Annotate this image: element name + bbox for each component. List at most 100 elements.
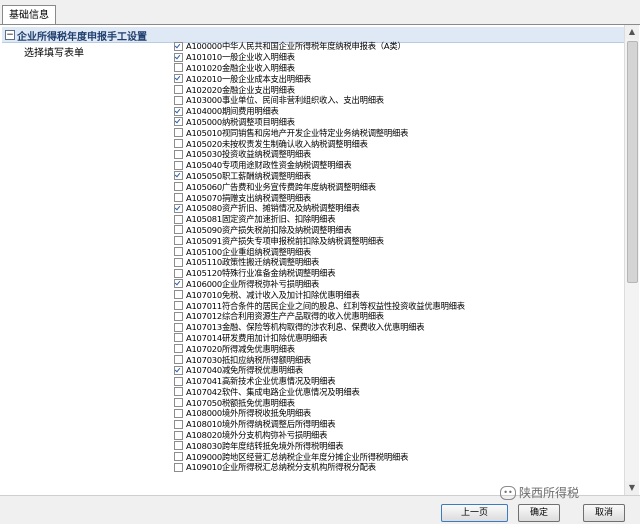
form-code: A109010	[186, 462, 222, 473]
form-checkbox[interactable]	[174, 52, 183, 62]
form-option-a107011[interactable]: A107011 符合条件的居民企业之间的股息、红利等权益性投资收益优惠明细表	[174, 300, 620, 311]
form-checkbox[interactable]	[174, 128, 183, 138]
form-checkbox[interactable]	[174, 193, 183, 203]
form-option-a105100[interactable]: A105100 企业重组纳税调整明细表	[174, 246, 620, 257]
form-checkbox[interactable]	[174, 106, 183, 116]
form-option-a102020[interactable]: A102020 金融企业支出明细表	[174, 84, 620, 95]
form-checkbox[interactable]	[174, 63, 183, 73]
form-checkbox[interactable]	[174, 182, 183, 192]
form-checkbox[interactable]	[174, 408, 183, 418]
form-option-a101010[interactable]: A101010 一般企业收入明细表	[174, 52, 620, 63]
scroll-up-arrow-icon[interactable]: ▲	[625, 25, 639, 39]
form-option-a105080[interactable]: A105080 资产折旧、摊销情况及纳税调整明细表	[174, 203, 620, 214]
tab-basic-info[interactable]: 基础信息	[2, 5, 56, 25]
form-option-a105050[interactable]: A105050 职工薪酬纳税调整明细表	[174, 171, 620, 182]
form-option-a100000[interactable]: A100000 中华人民共和国企业所得税年度纳税申报表（A类）	[174, 41, 620, 52]
form-checkbox[interactable]	[174, 387, 183, 397]
previous-page-button[interactable]: 上一页	[441, 504, 508, 522]
form-option-a107020[interactable]: A107020 所得减免优惠明细表	[174, 343, 620, 354]
form-option-a105060[interactable]: A105060 广告费和业务宣传费跨年度纳税调整明细表	[174, 181, 620, 192]
form-checkbox[interactable]	[174, 441, 183, 451]
form-option-a107050[interactable]: A107050 税额抵免优惠明细表	[174, 397, 620, 408]
form-name: 资产损失专项申报税前扣除及纳税调整明细表	[221, 235, 384, 246]
form-checkbox[interactable]	[174, 247, 183, 257]
form-option-a105040[interactable]: A105040 专项用途财政性资金纳税调整明细表	[174, 160, 620, 171]
form-option-a104000[interactable]: A104000 期间费用明细表	[174, 106, 620, 117]
form-name: 企业所得税汇总纳税分支机构所得税分配表	[221, 462, 376, 473]
form-option-a105020[interactable]: A105020 未按权责发生制确认收入纳税调整明细表	[174, 138, 620, 149]
form-option-a108010[interactable]: A108010 境外所得纳税调整后所得明细表	[174, 419, 620, 430]
form-option-a101020[interactable]: A101020 金融企业收入明细表	[174, 63, 620, 74]
form-option-a108000[interactable]: A108000 境外所得税收抵免明细表	[174, 408, 620, 419]
form-option-a106000[interactable]: A106000 企业所得税弥补亏损明细表	[174, 279, 620, 290]
form-checkbox[interactable]	[174, 322, 183, 332]
confirm-button[interactable]: 确定	[518, 504, 560, 522]
form-option-a107012[interactable]: A107012 综合利用资源生产产品取得的收入优惠明细表	[174, 311, 620, 322]
form-checkbox[interactable]	[174, 85, 183, 95]
form-option-a107013[interactable]: A107013 金融、保险等机构取得的涉农利息、保费收入优惠明细表	[174, 322, 620, 333]
form-checkbox[interactable]	[174, 279, 183, 289]
form-checkbox[interactable]	[174, 333, 183, 343]
form-checkbox[interactable]	[174, 355, 183, 364]
form-checkbox[interactable]	[174, 214, 183, 224]
watermark-text: 陕西所得税	[519, 486, 580, 500]
form-option-a105070[interactable]: A105070 捐赠支出纳税调整明细表	[174, 192, 620, 203]
vertical-scrollbar[interactable]: ▲ ▼	[624, 25, 639, 495]
form-option-a105091[interactable]: A105091 资产损失专项申报税前扣除及纳税调整明细表	[174, 235, 620, 246]
scroll-down-arrow-icon[interactable]: ▼	[625, 481, 639, 495]
form-option-a108020[interactable]: A108020 境外分支机构弥补亏损明细表	[174, 430, 620, 441]
form-option-a107014[interactable]: A107014 研发费用加计扣除优惠明细表	[174, 333, 620, 344]
form-checkbox[interactable]	[174, 74, 183, 84]
form-option-a107040[interactable]: A107040 减免所得税优惠明细表	[174, 365, 620, 376]
form-option-a107041[interactable]: A107041 高新技术企业优惠情况及明细表	[174, 376, 620, 387]
form-checkbox[interactable]	[174, 149, 183, 159]
cancel-button[interactable]: 取消	[583, 504, 625, 522]
form-checkbox[interactable]	[174, 430, 183, 440]
form-option-a105110[interactable]: A105110 政策性搬迁纳税调整明细表	[174, 257, 620, 268]
form-checkbox[interactable]	[174, 344, 183, 354]
form-option-a107030[interactable]: A107030 抵扣应纳税所得额明细表	[174, 354, 620, 365]
form-checkbox[interactable]	[174, 203, 183, 213]
form-checkbox[interactable]	[174, 225, 183, 235]
form-option-a105120[interactable]: A105120 特殊行业准备金纳税调整明细表	[174, 268, 620, 279]
form-checkbox[interactable]	[174, 257, 183, 267]
form-name: 企业所得税弥补亏损明细表	[221, 278, 320, 289]
form-checkbox[interactable]	[174, 41, 183, 51]
form-checkbox[interactable]	[174, 311, 183, 321]
form-checkbox[interactable]	[174, 376, 183, 386]
form-name: 一般企业成本支出明细表	[221, 73, 312, 84]
form-code: A105091	[186, 235, 222, 246]
collapse-toggle-icon[interactable]: −	[5, 30, 15, 40]
form-name: 事业单位、民间非营利组织收入、支出明细表	[221, 95, 384, 106]
form-option-a109000[interactable]: A109000 跨地区经营汇总纳税企业年度分摊企业所得税明细表	[174, 451, 620, 462]
form-option-a107010[interactable]: A107010 免税、减计收入及加计扣除优惠明细表	[174, 289, 620, 300]
form-option-a103000[interactable]: A103000 事业单位、民间非营利组织收入、支出明细表	[174, 95, 620, 106]
form-option-a109010[interactable]: A109010 企业所得税汇总纳税分支机构所得税分配表	[174, 462, 620, 473]
form-checkbox[interactable]	[174, 365, 183, 375]
form-checkbox[interactable]	[174, 95, 183, 105]
form-checkbox[interactable]	[174, 452, 183, 462]
form-checkbox[interactable]	[174, 398, 183, 408]
form-checkbox[interactable]	[174, 419, 183, 429]
form-checkbox[interactable]	[174, 171, 183, 181]
scrollbar-thumb[interactable]	[627, 41, 638, 283]
form-option-a105081[interactable]: A105081 固定资产加速折旧、扣除明细表	[174, 214, 620, 225]
form-checkbox[interactable]	[174, 139, 183, 149]
form-name: 金融、保险等机构取得的涉农利息、保费收入优惠明细表	[221, 322, 425, 333]
form-checkbox[interactable]	[174, 117, 183, 127]
form-option-a105090[interactable]: A105090 资产损失税前扣除及纳税调整明细表	[174, 225, 620, 236]
form-checkbox[interactable]	[174, 290, 183, 300]
form-option-a107042[interactable]: A107042 软件、集成电路企业优惠情况及明细表	[174, 387, 620, 398]
settings-panel: − 企业所得税年度申报手工设置 选择填写表单 A100000 中华人民共和国企业所…	[0, 25, 640, 495]
form-option-a105010[interactable]: A105010 视同销售和房地产开发企业特定业务纳税调整明细表	[174, 127, 620, 138]
wechat-icon: ••	[500, 485, 516, 500]
form-option-a105000[interactable]: A105000 纳税调整项目明细表	[174, 117, 620, 128]
form-option-a102010[interactable]: A102010 一般企业成本支出明细表	[174, 73, 620, 84]
form-checkbox[interactable]	[174, 160, 183, 170]
form-checkbox[interactable]	[174, 301, 183, 311]
form-option-a105030[interactable]: A105030 投资收益纳税调整明细表	[174, 149, 620, 160]
form-option-a108030[interactable]: A108030 跨年度结转抵免境外所得税明细表	[174, 440, 620, 451]
form-checkbox[interactable]	[174, 268, 183, 278]
form-checkbox[interactable]	[174, 236, 183, 246]
form-checkbox[interactable]	[174, 462, 183, 472]
